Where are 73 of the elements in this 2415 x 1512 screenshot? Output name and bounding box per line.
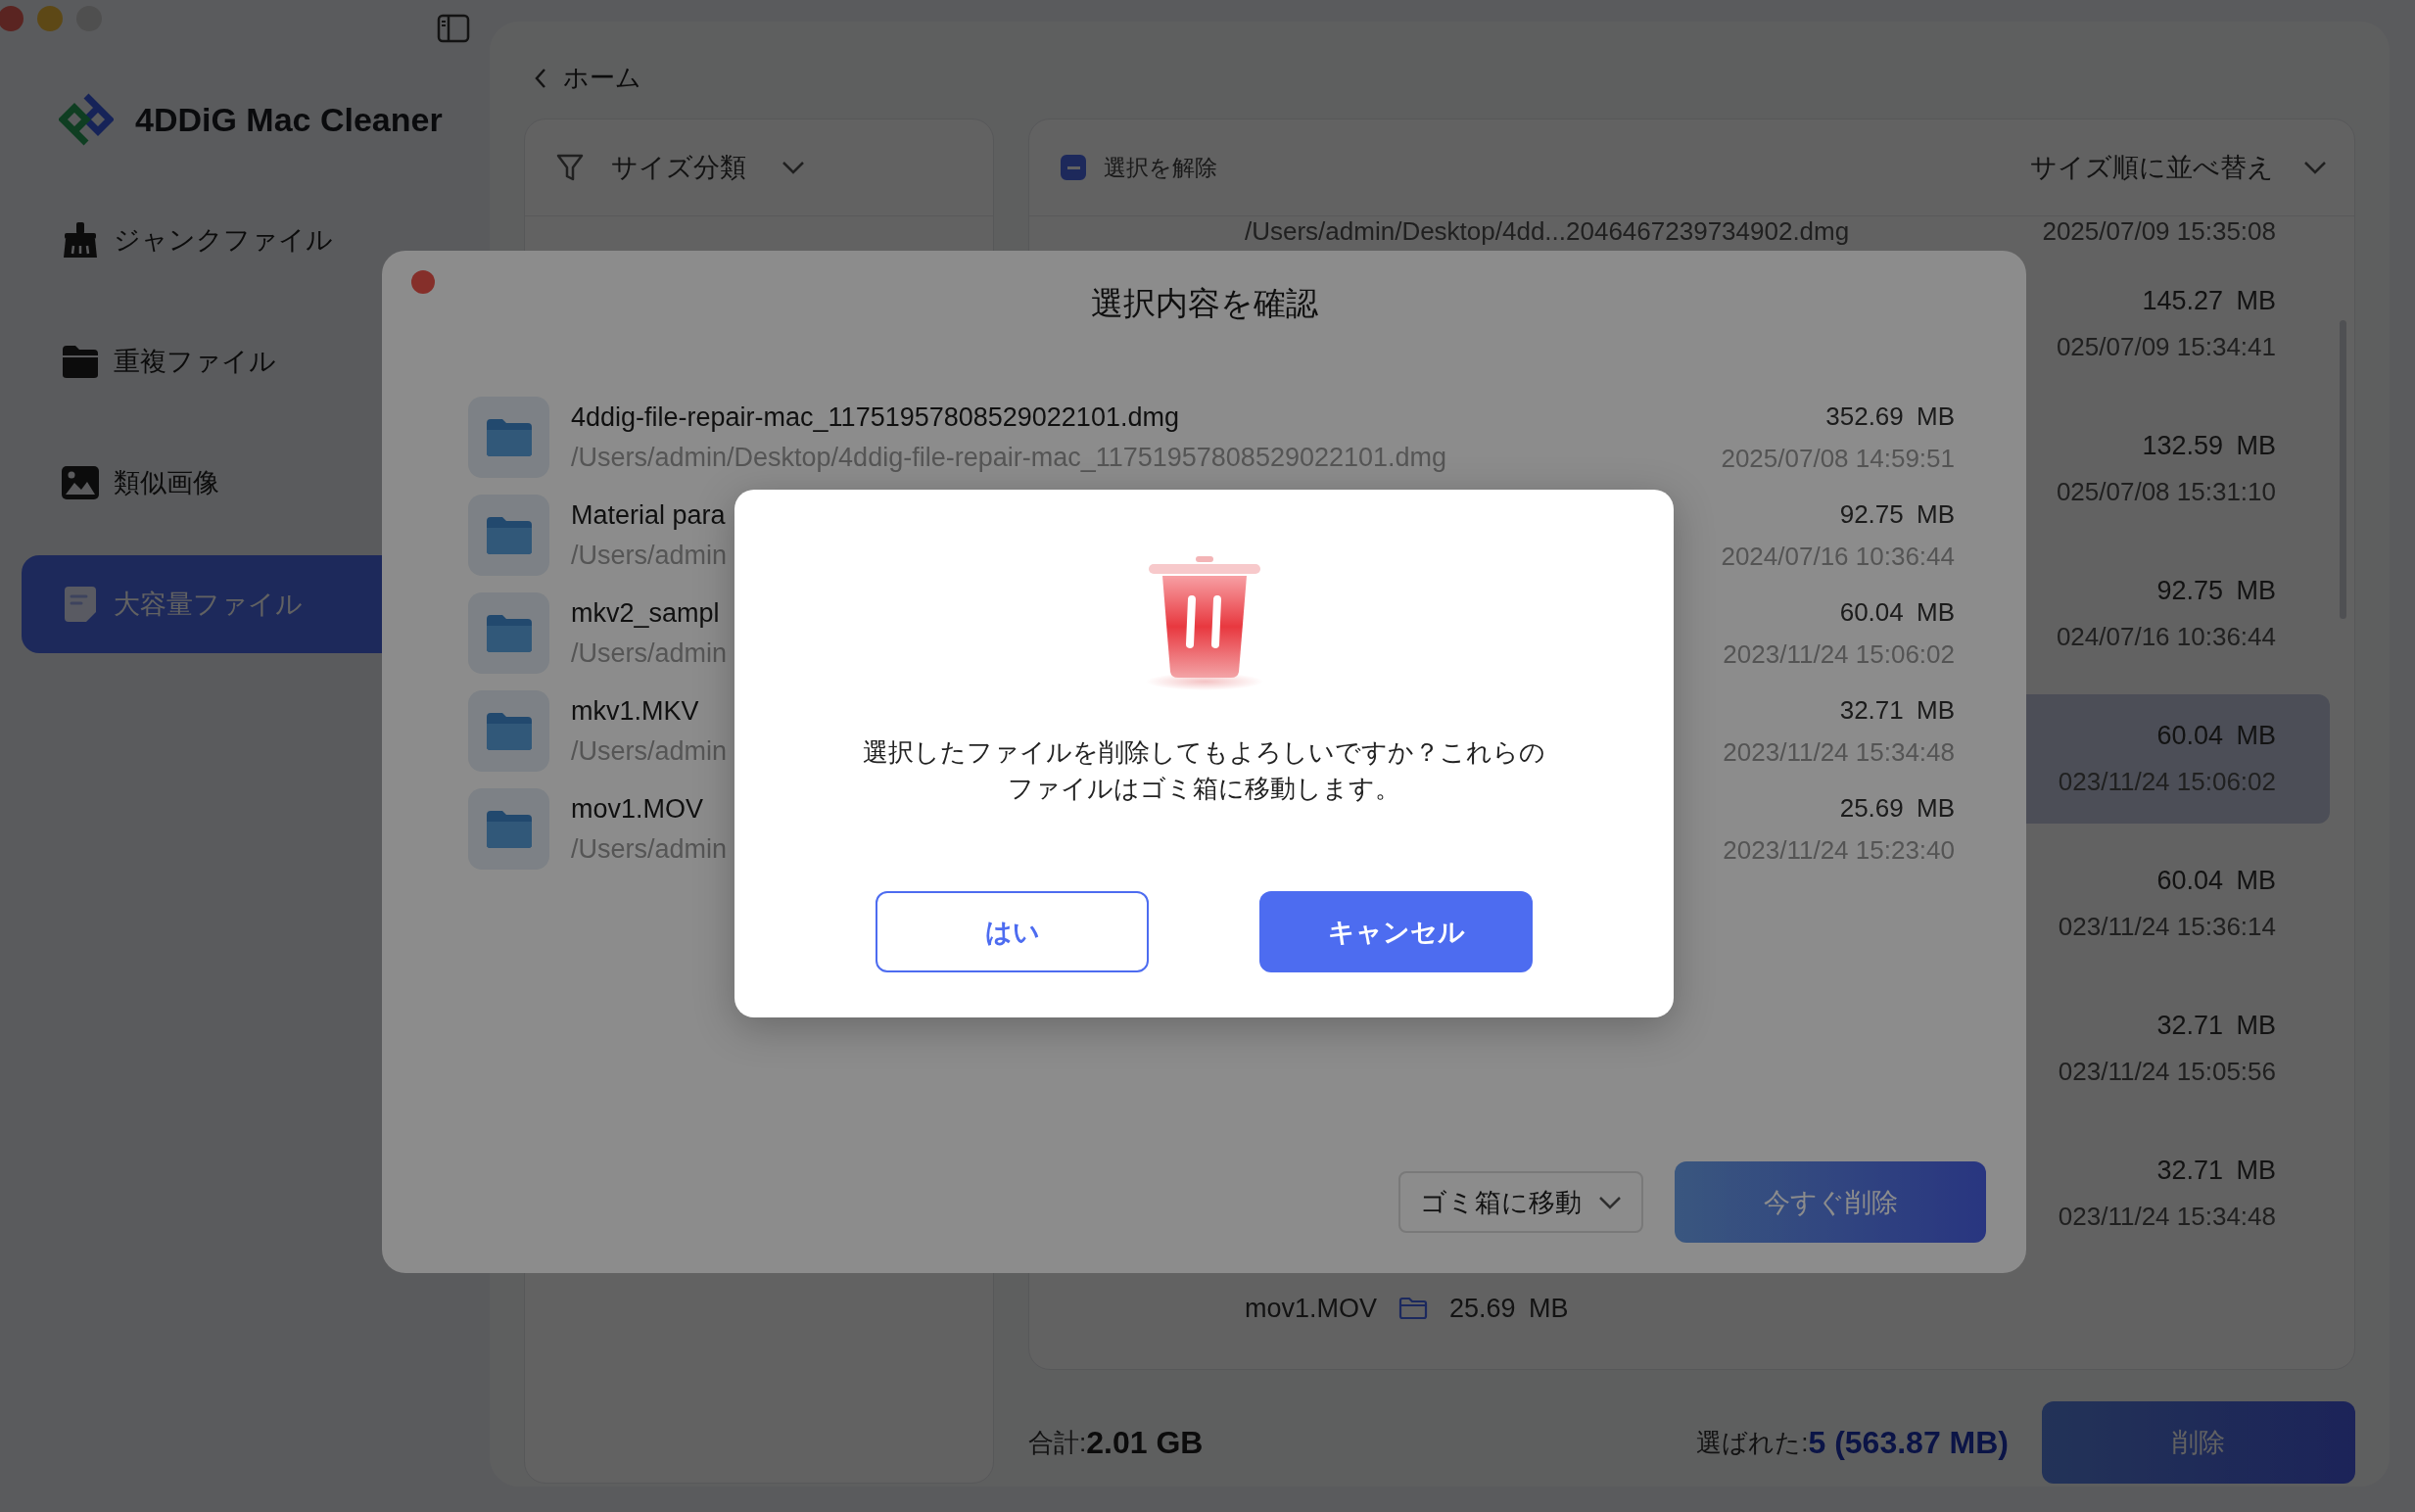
file-date: 2024/07/16 10:36:44 — [1721, 541, 1955, 572]
file-row[interactable]: /Users/admin/Desktop/4dd...2046467239734902.dmg 2025/07/09 15:35:08 — [1054, 216, 2330, 246]
file-size: 60.04 MB — [2156, 721, 2276, 751]
back-link[interactable]: ホーム — [534, 61, 2355, 95]
file-name: 4ddig-file-repair-mac_11751957808529022101.dmg — [571, 402, 1179, 433]
file-size: 32.71 MB — [2156, 1011, 2276, 1041]
file-size: 92.75 MB — [1839, 498, 1955, 530]
file-name: mkv2_sampl — [571, 597, 720, 629]
dialog-title: 選択内容を確認 — [1089, 284, 1319, 323]
chevron-down-icon — [1598, 1195, 1622, 1209]
file-name: Material para — [571, 499, 726, 531]
app-name: 4DDiG Mac Cleaner — [135, 100, 443, 139]
file-size: 25.69 MB — [1839, 792, 1955, 824]
total-value: 2.01 GB — [1086, 1424, 1204, 1461]
file-size: 145.27 MB — [2142, 286, 2276, 316]
delete-button[interactable]: 削除 — [2042, 1401, 2355, 1484]
folder-icon — [468, 690, 549, 772]
file-date: 024/07/16 10:36:44 — [2056, 622, 2276, 652]
close-button[interactable] — [411, 270, 435, 294]
folder-icon — [468, 397, 549, 478]
file-date: 2025/07/08 14:59:51 — [1721, 443, 1955, 474]
file-row[interactable]: mov1.MOV 25.69 MB — [1054, 1274, 2330, 1343]
cancel-button[interactable]: キャンセル — [1259, 891, 1533, 972]
file-size: 25.69 MB — [1449, 1293, 1570, 1324]
file-date: 2023/11/24 15:23:40 — [1723, 834, 1955, 866]
folder-icon — [468, 592, 549, 674]
alert-message: 選択したファイルを削除してもよろしいですか？これらのファイルはゴミ箱に移動します。 — [862, 736, 1546, 805]
logo-icon — [59, 92, 114, 147]
file-name: mkv1.MKV — [571, 695, 699, 727]
file-size: 132.59 MB — [2142, 431, 2276, 461]
file-date: 025/07/09 15:34:41 — [2056, 332, 2276, 362]
window-close-button[interactable] — [0, 6, 24, 31]
file-size: 60.04 MB — [1839, 596, 1955, 628]
action-dropdown[interactable]: ゴミ箱に移動 — [1398, 1171, 1643, 1233]
total-label: 合計: — [1028, 1426, 1087, 1459]
sidebar-toggle-icon[interactable] — [437, 14, 470, 43]
delete-now-button[interactable]: 今すぐ削除 — [1675, 1161, 1986, 1243]
folder-outline-icon[interactable] — [1398, 1297, 1429, 1320]
yes-button[interactable]: はい — [876, 891, 1149, 972]
chevron-down-icon — [2303, 161, 2327, 174]
file-date: 023/11/24 15:36:14 — [2058, 912, 2276, 942]
file-date: 025/07/08 15:31:10 — [2056, 477, 2276, 507]
sidebar-item[interactable]: 類似画像 — [22, 434, 490, 532]
sidebar-item[interactable]: ジャンクファイル — [22, 191, 490, 289]
deselect-label[interactable]: 選択を解除 — [1104, 152, 1217, 183]
filter-icon — [556, 153, 584, 182]
file-path: /Users/admin/Desktop/4dd...2046467239734902.dmg — [1245, 215, 1850, 247]
file-date: 2023/11/24 15:06:02 — [1723, 638, 1955, 670]
file-size: 32.71 MB — [2156, 1156, 2276, 1186]
sidebar-item[interactable]: 重複ファイル — [22, 312, 490, 410]
file-date: 023/11/24 15:05:56 — [2058, 1057, 2276, 1087]
image-icon — [61, 465, 100, 500]
selected-label: 選ばれた: — [1696, 1426, 1809, 1459]
selected-value: 5 (563.87 MB) — [1808, 1424, 2009, 1461]
folder-icon — [468, 495, 549, 576]
file-size: 60.04 MB — [2156, 866, 2276, 896]
sort-dropdown[interactable]: サイズ順に並べ替え — [2030, 150, 2327, 185]
file-size: 92.75 MB — [2156, 576, 2276, 606]
chevron-left-icon — [534, 67, 547, 89]
file-size: 352.69 MB — [1825, 401, 1955, 432]
window-minimize-button[interactable] — [37, 6, 63, 31]
size-filter-dropdown[interactable]: サイズ分類 — [611, 150, 805, 185]
file-date: 2023/11/24 15:34:48 — [1723, 736, 1955, 768]
file-size: 32.71 MB — [1839, 694, 1955, 726]
chevron-down-icon — [781, 161, 805, 174]
file-name: mov1.MOV — [571, 793, 704, 825]
select-all-checkbox[interactable] — [1061, 155, 1086, 180]
file-date: 2025/07/09 15:35:08 — [2042, 215, 2276, 247]
folder-icon — [468, 788, 549, 870]
folder-icon — [61, 344, 100, 379]
file-date: 023/11/24 15:34:48 — [2058, 1202, 2276, 1232]
file-name: mov1.MOV — [1245, 1293, 1378, 1324]
broom-icon — [61, 220, 100, 260]
